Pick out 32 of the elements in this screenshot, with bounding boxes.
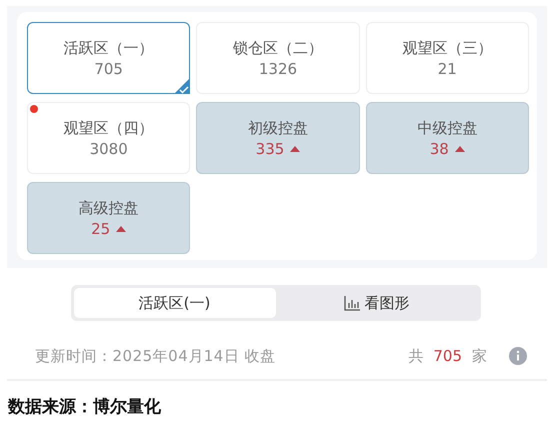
tile-value: 1326	[258, 60, 298, 78]
total-count: 共 705 家	[408, 346, 487, 366]
segment-tab[interactable]: 看图形	[276, 288, 478, 318]
up-triangle-icon	[116, 226, 126, 232]
zone-tile[interactable]: 观望区（四） 3080	[27, 102, 190, 174]
bar-chart-icon	[344, 296, 360, 310]
zone-tile[interactable]: 活跃区（一） 705	[27, 22, 190, 94]
zone-tile[interactable]: 初级控盘 335	[196, 102, 360, 174]
tile-label: 中级控盘	[417, 118, 478, 138]
info-icon[interactable]	[509, 347, 527, 365]
tile-value: 3080	[90, 140, 128, 158]
tile-value: 705	[94, 60, 123, 78]
tile-label: 高级控盘	[78, 198, 139, 218]
tile-label: 锁仓区（二）	[232, 38, 323, 58]
zone-tile[interactable]: 高级控盘 25	[27, 182, 190, 254]
up-triangle-icon	[290, 146, 300, 152]
tile-label: 活跃区（一）	[64, 38, 154, 58]
tile-label: 观望区（四）	[64, 118, 154, 138]
update-time: 更新时间：2025年04月14日 收盘	[35, 346, 277, 366]
zone-tile[interactable]: 锁仓区（二） 1326	[196, 22, 360, 94]
tile-label: 观望区（三）	[402, 38, 492, 58]
zone-tile[interactable]: 观望区（三） 21	[366, 22, 529, 94]
tile-value: 21	[438, 60, 457, 78]
checkmark-icon	[174, 78, 190, 94]
data-source: 数据来源：博尔量化	[8, 396, 162, 418]
tile-label: 初级控盘	[248, 118, 308, 138]
segment-tab[interactable]: 活跃区(一)	[74, 288, 276, 318]
up-triangle-icon	[454, 146, 465, 152]
tile-value: 38	[430, 140, 449, 158]
tile-value: 335	[256, 140, 284, 158]
tile-value: 25	[91, 220, 110, 238]
zone-tile[interactable]: 中级控盘 38	[366, 102, 529, 174]
